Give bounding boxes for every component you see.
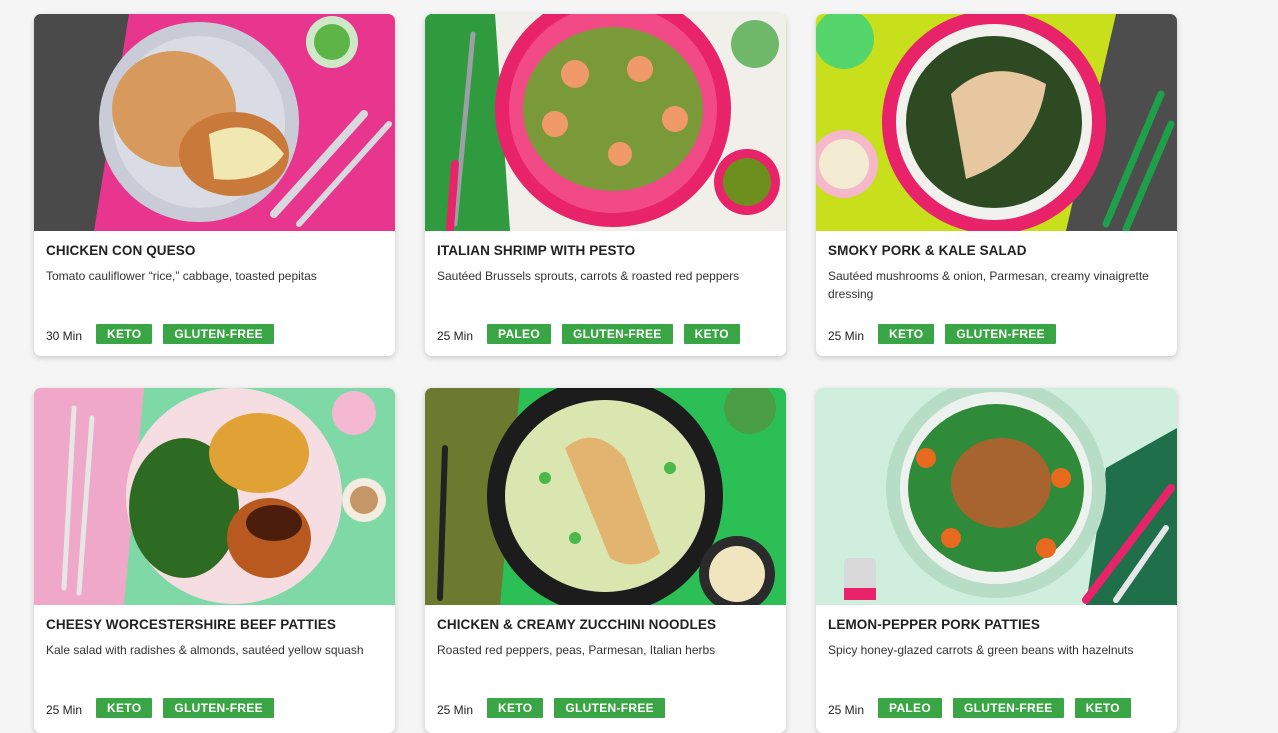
recipe-description: Roasted red peppers, peas, Parmesan, Ita… — [437, 643, 716, 657]
recipe-description: Spicy honey-glazed carrots & green beans… — [828, 643, 1134, 657]
recipe-meta: 25 Min KETO GLUTEN-FREE — [828, 324, 1067, 344]
diet-tag: KETO — [487, 698, 544, 718]
recipe-photo[interactable] — [816, 388, 1177, 605]
cook-time: 30 Min — [46, 329, 83, 343]
diet-tag: KETO — [1074, 698, 1131, 718]
recipe-card[interactable]: CHICKEN & CREAMY ZUCCHINI NOODLES Roaste… — [425, 388, 786, 733]
diet-tag: GLUTEN-FREE — [554, 698, 665, 718]
recipe-description: Kale salad with radishes & almonds, saut… — [46, 643, 364, 657]
recipe-meta: 25 Min KETO GLUTEN-FREE — [46, 698, 285, 718]
cook-time: 25 Min — [828, 703, 865, 717]
recipe-title[interactable]: ITALIAN SHRIMP WITH PESTO — [437, 243, 635, 258]
recipe-title[interactable]: CHICKEN CON QUESO — [46, 243, 195, 258]
cook-time: 25 Min — [828, 329, 865, 343]
recipe-card[interactable]: CHEESY WORCESTERSHIRE BEEF PATTIES Kale … — [34, 388, 395, 733]
cook-time: 25 Min — [437, 703, 474, 717]
recipe-card[interactable]: CHICKEN CON QUESO Tomato cauliflower “ri… — [34, 14, 395, 356]
recipe-meta: 25 Min PALEO GLUTEN-FREE KETO — [828, 698, 1142, 718]
diet-tag: KETO — [96, 324, 153, 344]
recipe-title[interactable]: LEMON-PEPPER PORK PATTIES — [828, 617, 1040, 632]
recipe-title[interactable]: SMOKY PORK & KALE SALAD — [828, 243, 1027, 258]
cook-time: 25 Min — [437, 329, 474, 343]
diet-tag: KETO — [683, 324, 740, 344]
recipe-photo[interactable] — [425, 388, 786, 605]
diet-tag: GLUTEN-FREE — [163, 324, 274, 344]
diet-tag: PALEO — [878, 698, 942, 718]
diet-tag: KETO — [96, 698, 153, 718]
diet-tag: KETO — [878, 324, 935, 344]
recipe-card[interactable]: SMOKY PORK & KALE SALAD Sautéed mushroom… — [816, 14, 1177, 356]
recipe-description: Sautéed mushrooms & onion, Parmesan, cre… — [828, 269, 1149, 301]
diet-tag: PALEO — [487, 324, 551, 344]
recipe-description: Sautéed Brussels sprouts, carrots & roas… — [437, 269, 740, 283]
recipe-title[interactable]: CHEESY WORCESTERSHIRE BEEF PATTIES — [46, 617, 336, 632]
recipe-photo[interactable] — [425, 14, 786, 231]
diet-tag: GLUTEN-FREE — [952, 698, 1064, 718]
cook-time: 25 Min — [46, 703, 83, 717]
recipe-meta: 25 Min PALEO GLUTEN-FREE KETO — [437, 324, 751, 344]
diet-tag: GLUTEN-FREE — [561, 324, 673, 344]
recipe-card[interactable]: ITALIAN SHRIMP WITH PESTO Sautéed Brusse… — [425, 14, 786, 356]
recipe-description: Tomato cauliflower “rice,” cabbage, toas… — [46, 269, 317, 283]
recipe-grid: CHICKEN CON QUESO Tomato cauliflower “ri… — [0, 0, 1278, 733]
recipe-photo[interactable] — [34, 388, 395, 605]
recipe-photo[interactable] — [34, 14, 395, 231]
recipe-meta: 30 Min KETO GLUTEN-FREE — [46, 324, 285, 344]
recipe-photo[interactable] — [816, 14, 1177, 231]
recipe-meta: 25 Min KETO GLUTEN-FREE — [437, 698, 676, 718]
diet-tag: GLUTEN-FREE — [163, 698, 274, 718]
recipe-title[interactable]: CHICKEN & CREAMY ZUCCHINI NOODLES — [437, 617, 716, 632]
recipe-card[interactable]: LEMON-PEPPER PORK PATTIES Spicy honey-gl… — [816, 388, 1177, 733]
diet-tag: GLUTEN-FREE — [945, 324, 1056, 344]
